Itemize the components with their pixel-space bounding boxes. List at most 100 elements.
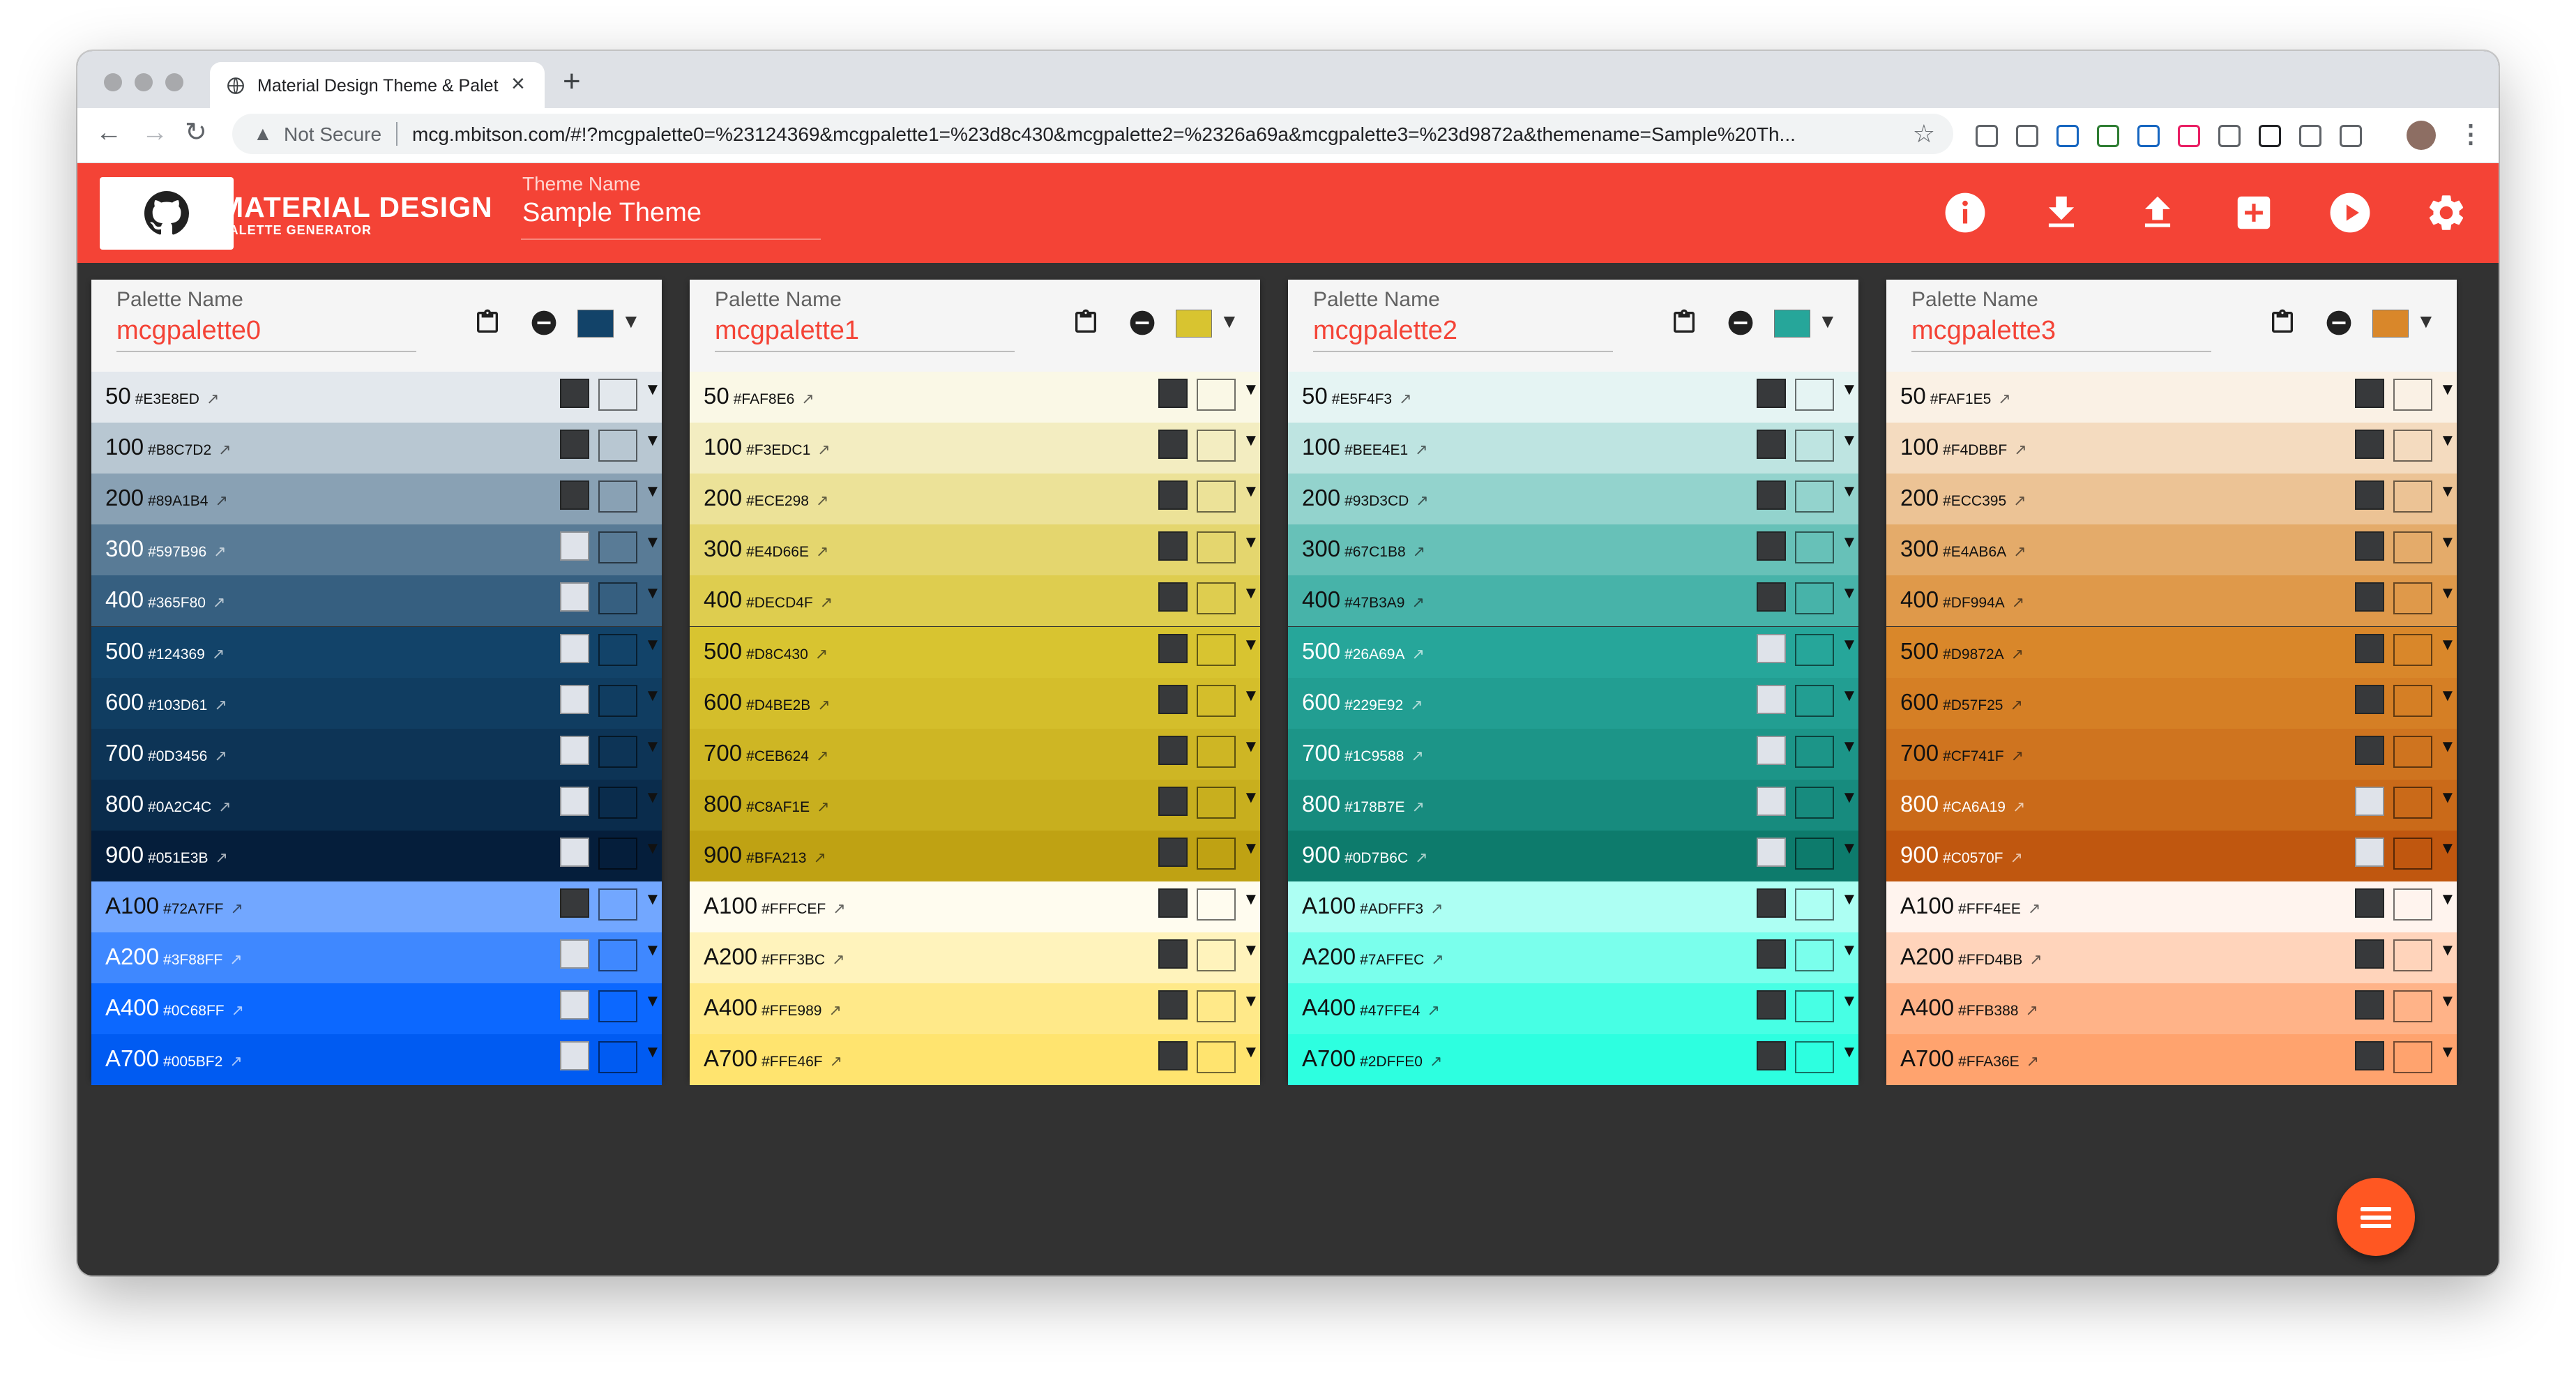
shade-color-picker[interactable] [1795,430,1834,462]
shade-dropdown-icon[interactable]: ▼ [1243,380,1259,400]
shade-dropdown-icon[interactable]: ▼ [1841,890,1858,909]
shade-row[interactable]: 50 #E3E8ED ↗ ▼ [91,372,662,423]
open-external-icon[interactable]: ↗ [1998,390,2010,407]
shade-color-picker[interactable] [1197,735,1236,768]
open-external-icon[interactable]: ↗ [214,747,227,764]
contrast-color-swatch[interactable] [1757,531,1786,561]
contrast-color-swatch[interactable] [560,990,589,1020]
contrast-color-swatch[interactable] [1158,684,1188,714]
shade-row[interactable]: 500 #D8C430 ↗ ▼ [690,626,1260,678]
base-color-swatch[interactable] [2372,310,2409,338]
open-external-icon[interactable]: ↗ [1430,900,1443,917]
shade-dropdown-icon[interactable]: ▼ [2439,584,2456,603]
shade-row[interactable]: 400 #47B3A9 ↗ ▼ [1288,575,1858,627]
contrast-color-swatch[interactable] [2355,1041,2384,1071]
shade-row[interactable]: 300 #597B96 ↗ ▼ [91,524,662,576]
open-external-icon[interactable]: ↗ [215,849,227,866]
shade-color-picker[interactable] [598,582,637,615]
shade-dropdown-icon[interactable]: ▼ [1243,788,1259,808]
shade-color-picker[interactable] [1795,633,1834,666]
shade-row[interactable]: 300 #E4AB6A ↗ ▼ [1886,524,2457,576]
shade-row[interactable]: 50 #FAF1E5 ↗ ▼ [1886,372,2457,423]
contrast-color-swatch[interactable] [1757,633,1786,663]
contrast-color-swatch[interactable] [1158,786,1188,816]
open-external-icon[interactable]: ↗ [218,798,231,815]
clipboard-icon[interactable] [2268,306,2296,338]
shade-color-picker[interactable] [1197,379,1236,411]
browser-tab[interactable]: Material Design Theme & Palet × [210,62,545,108]
shade-dropdown-icon[interactable]: ▼ [2439,788,2456,808]
contrast-color-swatch[interactable] [1757,1041,1786,1071]
shade-dropdown-icon[interactable]: ▼ [644,482,661,501]
shade-row[interactable]: 200 #89A1B4 ↗ ▼ [91,474,662,525]
contrast-color-swatch[interactable] [1158,735,1188,765]
contrast-color-swatch[interactable] [1757,939,1786,969]
shade-row[interactable]: 500 #D9872A ↗ ▼ [1886,626,2457,678]
shade-dropdown-icon[interactable]: ▼ [1243,1043,1259,1062]
open-external-icon[interactable]: ↗ [212,645,225,662]
shade-row[interactable]: 900 #C0570F ↗ ▼ [1886,830,2457,881]
shade-color-picker[interactable] [1197,786,1236,819]
contrast-color-swatch[interactable] [560,837,589,867]
shade-row[interactable]: A400 #0C68FF ↗ ▼ [91,983,662,1035]
shade-row[interactable]: 100 #F3EDC1 ↗ ▼ [690,423,1260,474]
base-color-dropdown-icon[interactable]: ▼ [1220,310,1239,333]
contrast-color-swatch[interactable] [1757,837,1786,867]
open-external-icon[interactable]: ↗ [801,390,814,407]
shade-dropdown-icon[interactable]: ▼ [1243,839,1259,858]
shade-dropdown-icon[interactable]: ▼ [1841,584,1858,603]
shade-color-picker[interactable] [598,735,637,768]
open-external-icon[interactable]: ↗ [218,441,231,458]
open-external-icon[interactable]: ↗ [2029,951,2042,968]
playlist-extension-icon[interactable] [2340,125,2362,147]
shade-color-picker[interactable] [1795,888,1834,921]
contrast-color-swatch[interactable] [2355,837,2384,867]
shade-row[interactable]: 600 #229E92 ↗ ▼ [1288,677,1858,729]
open-external-icon[interactable]: ↗ [832,951,844,968]
shade-color-picker[interactable] [598,990,637,1023]
shade-row[interactable]: A200 #FFD4BB ↗ ▼ [1886,932,2457,984]
url-text[interactable]: mcg.mbitson.com/#!?mcgpalette0=%23124369… [412,123,1897,146]
red-target-extension-icon[interactable] [2178,125,2200,147]
base-color-dropdown-icon[interactable]: ▼ [2416,310,2436,333]
shade-dropdown-icon[interactable]: ▼ [1243,482,1259,501]
open-external-icon[interactable]: ↗ [1413,543,1425,560]
contrast-color-swatch[interactable] [1158,939,1188,969]
shade-dropdown-icon[interactable]: ▼ [1243,431,1259,450]
theme-name-input[interactable]: Sample Theme [522,198,702,228]
shade-row[interactable]: A700 #FFA36E ↗ ▼ [1886,1034,2457,1086]
shade-row[interactable]: A700 #2DFFE0 ↗ ▼ [1288,1034,1858,1086]
contrast-color-swatch[interactable] [1757,430,1786,460]
contrast-color-swatch[interactable] [560,735,589,765]
open-external-icon[interactable]: ↗ [2011,645,2024,662]
shade-row[interactable]: 900 #0D7B6C ↗ ▼ [1288,830,1858,881]
palette-name-input[interactable]: mcgpalette1 [715,316,859,346]
contrast-color-swatch[interactable] [1158,379,1188,408]
github-button[interactable] [100,177,234,250]
open-external-icon[interactable]: ↗ [1415,849,1427,866]
contrast-color-swatch[interactable] [1757,786,1786,816]
open-external-icon[interactable]: ↗ [1415,441,1427,458]
clipboard-icon[interactable] [1670,306,1698,338]
shade-row[interactable]: A200 #3F88FF ↗ ▼ [91,932,662,984]
shade-row[interactable]: 100 #BEE4E1 ↗ ▼ [1288,423,1858,474]
shade-row[interactable]: 700 #0D3456 ↗ ▼ [91,728,662,780]
camera-extension-icon[interactable] [1976,125,1998,147]
shade-dropdown-icon[interactable]: ▼ [1841,839,1858,858]
puzzle-extension-icon[interactable] [2299,125,2321,147]
address-bar[interactable]: ▲ Not Secure mcg.mbitson.com/#!?mcgpalet… [232,114,1953,154]
info-icon[interactable] [1944,191,1987,234]
shade-color-picker[interactable] [598,1041,637,1074]
open-external-icon[interactable]: ↗ [817,798,829,815]
shade-dropdown-icon[interactable]: ▼ [644,686,661,706]
notion-extension-icon[interactable] [2259,125,2281,147]
contrast-color-swatch[interactable] [560,684,589,714]
shade-color-picker[interactable] [1197,684,1236,717]
new-tab-icon[interactable]: + [563,66,581,97]
shade-color-picker[interactable] [1197,1041,1236,1074]
shade-dropdown-icon[interactable]: ▼ [1243,737,1259,757]
contrast-color-swatch[interactable] [560,1041,589,1071]
shade-row[interactable]: A400 #47FFE4 ↗ ▼ [1288,983,1858,1035]
shade-dropdown-icon[interactable]: ▼ [2439,482,2456,501]
open-external-icon[interactable]: ↗ [2028,900,2040,917]
